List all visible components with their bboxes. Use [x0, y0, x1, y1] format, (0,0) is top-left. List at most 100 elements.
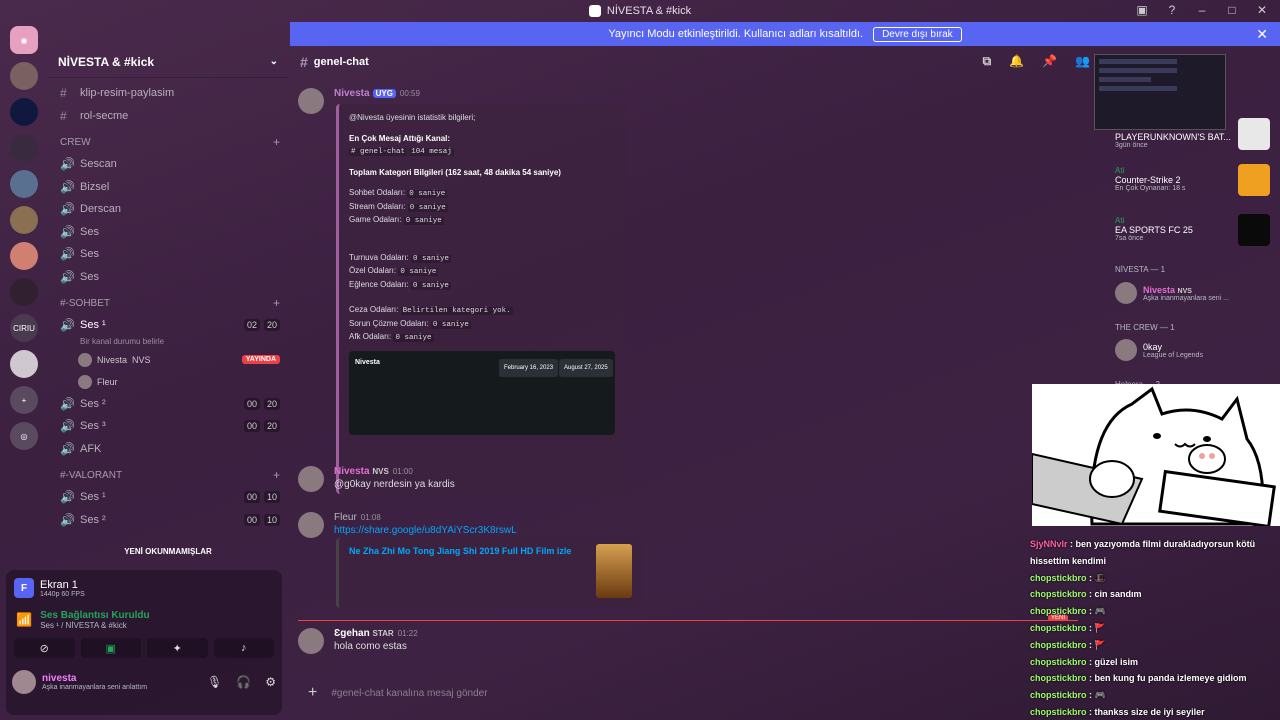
server-icon[interactable]: CIRIU	[10, 314, 38, 342]
speaker-icon: 🔊	[60, 318, 75, 333]
avatar[interactable]	[298, 88, 324, 114]
soundboard-icon[interactable]: ♪	[213, 638, 274, 658]
message-input[interactable]: + #genel-chat kanalına mesaj gönder	[298, 676, 1058, 710]
voice-channel-active[interactable]: 🔊 Ses ¹ 02 20	[56, 314, 280, 337]
avatar[interactable]	[298, 628, 324, 654]
close-button[interactable]: ✕	[1254, 3, 1270, 17]
speaker-icon: 🔊	[60, 247, 75, 262]
add-server-icon[interactable]: +	[10, 386, 38, 414]
add-channel-icon[interactable]: +	[273, 468, 280, 482]
chat-username: chopstickbro	[1030, 639, 1087, 650]
banner-text: Yayıncı Modu etkinleştirildi. Kullanıcı …	[608, 28, 864, 40]
server-icon[interactable]	[10, 242, 38, 270]
cat-drawing	[1031, 386, 1276, 529]
threads-icon[interactable]: ⧉	[983, 54, 992, 69]
inbox-icon[interactable]: ▣	[1134, 3, 1150, 17]
category-sohbet[interactable]: #-SOHBET +	[56, 292, 280, 314]
voice-channel[interactable]: 🔊 Ses	[56, 266, 280, 289]
channel-status[interactable]: Bir kanal durumu belirle	[56, 337, 280, 349]
cs2-logo	[1238, 164, 1270, 196]
member-item[interactable]: Nivesta NVS Aşka inanmayanlara seni ...	[1115, 282, 1229, 304]
microphone-icon[interactable]: 🎙	[207, 675, 222, 689]
hash-icon: #	[300, 54, 308, 70]
chat-line: chopstickbro : güzel isim	[1030, 654, 1280, 671]
members-icon[interactable]: 👥	[1075, 54, 1090, 69]
voice-user[interactable]: Fleur	[56, 371, 280, 393]
chat-line: SjyNNvlr : ben yazıyomda filmi durakladı…	[1030, 536, 1280, 570]
plus-icon[interactable]: +	[308, 684, 317, 702]
add-channel-icon[interactable]: +	[273, 296, 280, 310]
bell-icon[interactable]: 🔔	[1009, 54, 1024, 69]
close-banner-icon[interactable]: ✕	[1256, 26, 1268, 43]
chat-username: chopstickbro	[1030, 589, 1087, 600]
headphones-icon[interactable]: 🎧	[236, 675, 251, 689]
voice-channel[interactable]: 🔊 Ses ³ 00 20	[56, 415, 280, 438]
voice-channel[interactable]: 🔊 Ses ² 00 10	[56, 509, 280, 532]
server-icon[interactable]	[10, 170, 38, 198]
screen-icon: F	[14, 578, 34, 598]
discover-icon[interactable]: ◎	[10, 422, 38, 450]
chat-separator: :	[1086, 622, 1095, 633]
server-icon[interactable]	[10, 134, 38, 162]
stream-preview[interactable]	[1094, 54, 1226, 130]
new-unreads-pill[interactable]: YENİ OKUNMAMIŞLAR	[48, 547, 288, 556]
message: Nivesta NVS 01:00 @g0kay nerdesin ya kard…	[298, 466, 455, 492]
chat-separator: :	[1086, 639, 1095, 650]
activities-icon[interactable]: ✦	[147, 638, 208, 658]
activity-item[interactable]: Ati EA SPORTS FC 25 7sa önce	[1115, 216, 1193, 242]
video-off-icon[interactable]: ⊘	[14, 638, 75, 658]
avatar[interactable]	[298, 466, 324, 492]
chat-separator: :	[1067, 539, 1076, 549]
voice-channel[interactable]: 🔊 Ses ¹ 00 10	[56, 486, 280, 509]
chat-username: SjyNNvlr	[1030, 539, 1068, 549]
voice-channel[interactable]: 🔊 Ses	[56, 221, 280, 244]
settings-gear-icon[interactable]: ⚙	[265, 675, 276, 689]
voice-channel[interactable]: 🔊 Bizsel	[56, 176, 280, 199]
stats-card-image[interactable]: Nivesta February 16, 2023 August 27, 202…	[349, 350, 615, 435]
speaker-icon: 🔊	[60, 441, 75, 456]
channel-item[interactable]: # rol-secme	[56, 105, 280, 128]
chat-text: 🚩	[1094, 622, 1106, 633]
chat-text: güzel isim	[1094, 656, 1139, 667]
user-panel: F Ekran 1 1440p 60 FPS 📶 Ses Bağlantısı K…	[6, 570, 282, 715]
discord-home-icon[interactable]: ◉	[10, 26, 38, 54]
voice-channel[interactable]: 🔊 Derscan	[56, 198, 280, 221]
channel-item[interactable]: # klip-resim-paylasim	[56, 82, 280, 105]
thumbnail[interactable]	[596, 544, 632, 598]
voice-channel[interactable]: 🔊 Ses ² 00 20	[56, 393, 280, 416]
server-icon[interactable]	[10, 278, 38, 306]
member-item[interactable]: 0kay League of Legends	[1115, 339, 1203, 361]
avatar	[1115, 339, 1137, 361]
chat-separator: :	[1086, 656, 1095, 667]
message-link[interactable]: https://share.google/u8dYAiYScr3K8rswL	[334, 525, 517, 536]
minimize-button[interactable]: –	[1194, 3, 1210, 17]
chat-separator: :	[1086, 706, 1095, 717]
avatar[interactable]	[12, 670, 36, 694]
activity-item[interactable]: Ati Counter-Strike 2 En Çok Oynanan: 18 …	[1115, 166, 1185, 192]
avatar	[78, 374, 92, 389]
disable-button[interactable]: Devre dışı bırak	[873, 26, 962, 42]
speaker-icon: 🔊	[60, 179, 75, 194]
voice-channel[interactable]: 🔊 Sescan	[56, 153, 280, 176]
add-channel-icon[interactable]: +	[273, 135, 280, 149]
live-badge: YAYINDA	[241, 355, 280, 364]
screen-share-icon[interactable]: ▣	[80, 638, 141, 658]
category-valorant[interactable]: #-VALORANT +	[56, 464, 280, 486]
avatar[interactable]	[298, 512, 324, 538]
server-icon[interactable]	[10, 98, 38, 126]
server-icon[interactable]	[10, 206, 38, 234]
help-icon[interactable]: ?	[1164, 3, 1180, 17]
server-icon[interactable]	[10, 350, 38, 378]
title-bar: NİVESTA & #kick ▣ ? – □ ✕	[0, 0, 1280, 22]
voice-channel[interactable]: 🔊 Ses	[56, 243, 280, 266]
chat-text: 🎩	[1094, 572, 1106, 583]
server-header[interactable]: NİVESTA & #kick ⌄	[48, 46, 288, 78]
pin-icon[interactable]: 📌	[1042, 54, 1057, 69]
voice-user[interactable]: Nivesta NVS YAYINDA	[56, 349, 280, 371]
category-crew[interactable]: CREW +	[56, 131, 280, 153]
server-icon[interactable]	[10, 62, 38, 90]
voice-channel[interactable]: 🔊 AFK	[56, 438, 280, 461]
chat-text: cin sandım	[1094, 589, 1142, 600]
activity-item[interactable]: PLAYERUNKNOWN'S BAT... 3gün önce	[1115, 132, 1231, 149]
maximize-button[interactable]: □	[1224, 3, 1240, 17]
